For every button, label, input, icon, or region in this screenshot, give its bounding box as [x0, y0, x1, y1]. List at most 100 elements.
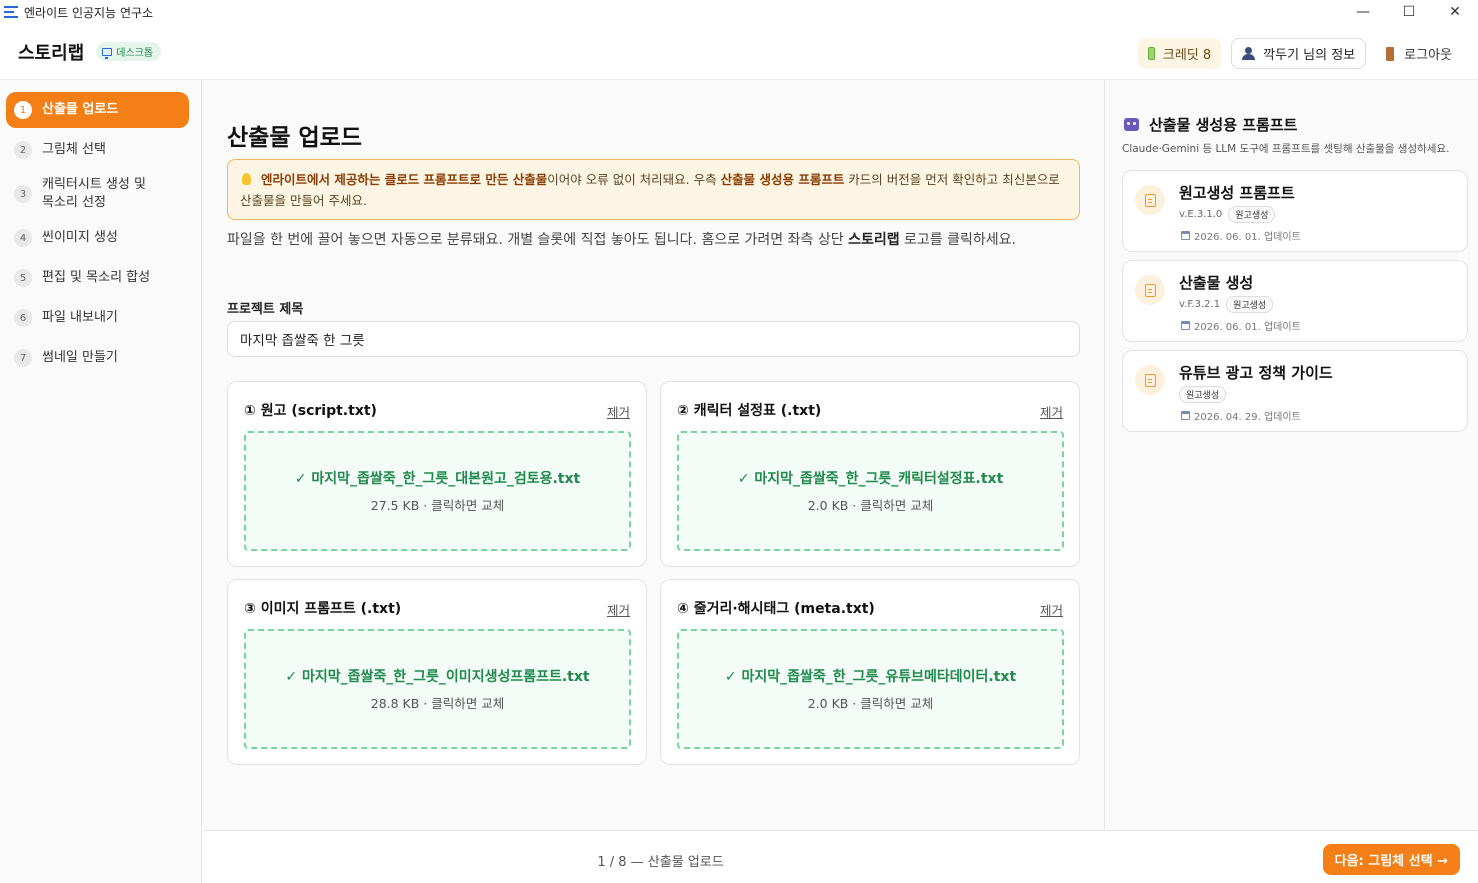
- prompt-card-date: 2026. 04. 29. 업데이트: [1181, 408, 1301, 423]
- window-titlebar: 엔라이트 인공지능 연구소 — ☐ ✕: [0, 0, 1478, 24]
- remove-link[interactable]: 제거: [1040, 600, 1063, 619]
- sidebar-item-label: 씬이미지 생성: [42, 230, 118, 245]
- uploaded-file-name: ✓ 마지막_좁쌀죽_한_그릇_유튜브메타데이터.txt: [724, 669, 1017, 685]
- sidebar-item-label: 편집 및 목소리 합성: [42, 270, 151, 285]
- prompt-card-tag: 원고생성: [1226, 296, 1274, 313]
- sidebar-item-label: 그림체 선택: [42, 142, 106, 157]
- prompt-card-tag: 원고생성: [1228, 206, 1276, 223]
- logout-button[interactable]: 로그아웃: [1376, 39, 1462, 68]
- prompt-card-meta: 원고생성: [1179, 386, 1227, 403]
- project-title-input[interactable]: [227, 321, 1080, 357]
- minimize-button[interactable]: —: [1340, 0, 1386, 24]
- prompt-card-name: 원고생성 프롬프트: [1179, 184, 1295, 202]
- step-number: 1: [14, 101, 32, 119]
- dropzone[interactable]: ✓ 마지막_좁쌀죽_한_그릇_캐릭터설정표.txt 2.0 KB · 클릭하면 …: [677, 431, 1064, 551]
- prompt-card-name: 산출물 생성: [1179, 274, 1254, 292]
- prompt-card-script[interactable]: 원고생성 프롬프트 v.E.3.1.0 원고생성 2026. 06. 01. 업…: [1122, 170, 1468, 252]
- notice-text: 이어야 오류 없이 처리돼요. 우측: [547, 172, 721, 187]
- app-header: 스토리랩 데스크톱 크레딧 8 깍두기 님의 정보 로그아웃: [0, 24, 1478, 80]
- step-number: 2: [14, 141, 32, 159]
- upload-slot-meta: ④ 줄거리·해시태그 (meta.txt) 제거 ✓ 마지막_좁쌀죽_한_그릇_…: [660, 579, 1080, 765]
- page-title: 산출물 업로드: [227, 125, 362, 151]
- upload-slot-character: ② 캐릭터 설정표 (.txt) 제거 ✓ 마지막_좁쌀죽_한_그릇_캐릭터설정…: [660, 381, 1080, 567]
- sidebar-item-export[interactable]: 6 파일 내보내기: [6, 300, 189, 336]
- prompt-card-date-text: 2026. 06. 01. 업데이트: [1194, 322, 1301, 333]
- calendar-icon: [1181, 321, 1190, 330]
- document-icon: [1135, 365, 1165, 395]
- project-title-label: 프로젝트 제목: [227, 302, 304, 317]
- slot-title: ④ 줄거리·해시태그 (meta.txt): [677, 601, 875, 617]
- document-icon: [1135, 275, 1165, 305]
- notice-box: 엔라이트에서 제공하는 클로드 프롬프트로 만든 산출물이어야 오류 없이 처리…: [227, 159, 1080, 220]
- sidebar-item-label: 산출물 업로드: [42, 102, 119, 117]
- window-title: 엔라이트 인공지능 연구소: [24, 5, 154, 20]
- lightbulb-icon: [242, 173, 251, 185]
- prompt-card-name: 유튜브 광고 정책 가이드: [1179, 364, 1333, 382]
- logout-label: 로그아웃: [1404, 48, 1452, 63]
- step-sidebar: 1 산출물 업로드 2 그림체 선택 3 캐릭터시트 생성 및 목소리 선정 4…: [0, 80, 202, 883]
- sidebar-item-label: 파일 내보내기: [42, 310, 118, 325]
- dropzone[interactable]: ✓ 마지막_좁쌀죽_한_그릇_대본원고_검토용.txt 27.5 KB · 클릭…: [244, 431, 631, 551]
- user-icon: [1242, 47, 1256, 60]
- remove-link[interactable]: 제거: [1040, 402, 1063, 421]
- prompt-card-version: v.F.3.2.1: [1179, 299, 1221, 310]
- step-number: 6: [14, 309, 32, 327]
- upload-slot-script: ① 원고 (script.txt) 제거 ✓ 마지막_좁쌀죽_한_그릇_대본원고…: [227, 381, 647, 567]
- calendar-icon: [1181, 231, 1190, 240]
- uploaded-file-meta: 28.8 KB · 클릭하면 교체: [370, 696, 505, 711]
- calendar-icon: [1181, 411, 1190, 420]
- step-number: 5: [14, 269, 32, 287]
- uploaded-file-name: ✓ 마지막_좁쌀죽_한_그릇_대본원고_검토용.txt: [294, 471, 581, 487]
- sidebar-item-character[interactable]: 3 캐릭터시트 생성 및 목소리 선정: [6, 172, 189, 216]
- upload-slot-image-prompt: ③ 이미지 프롬프트 (.txt) 제거 ✓ 마지막_좁쌀죽_한_그릇_이미지생…: [227, 579, 647, 765]
- desc-logo-ref: 스토리랩: [848, 232, 900, 248]
- step-progress: 1 / 8 — 산출물 업로드: [597, 855, 724, 870]
- desc-text-end: 로고를 클릭하세요.: [899, 232, 1016, 248]
- monitor-icon: [102, 47, 113, 59]
- step-number: 4: [14, 229, 32, 247]
- sidebar-item-label: 캐릭터시트 생성 및 목소리 선정: [42, 177, 146, 210]
- desc-text: 파일을 한 번에 끌어 놓으면 자동으로 분류돼요. 개별 슬롯에 직접 놓아도…: [227, 232, 849, 248]
- remove-link[interactable]: 제거: [607, 600, 630, 619]
- sidebar-item-thumbnail[interactable]: 7 썸네일 만들기: [6, 340, 189, 376]
- sidebar-item-scene[interactable]: 4 씬이미지 생성: [6, 220, 189, 256]
- prompt-card-date: 2026. 06. 01. 업데이트: [1181, 318, 1301, 333]
- prompt-panel-title: 산출물 생성용 프롬프트: [1124, 114, 1297, 135]
- uploaded-file-meta: 27.5 KB · 클릭하면 교체: [370, 498, 505, 513]
- notice-highlight: 엔라이트에서 제공하는 클로드 프롬프트로 만든 산출물: [261, 172, 548, 187]
- user-info-button[interactable]: 깍두기 님의 정보: [1231, 38, 1367, 69]
- prompt-card-date-text: 2026. 04. 29. 업데이트: [1194, 412, 1301, 423]
- close-button[interactable]: ✕: [1432, 0, 1478, 24]
- uploaded-file-name: ✓ 마지막_좁쌀죽_한_그릇_캐릭터설정표.txt: [737, 471, 1004, 487]
- uploaded-file-meta: 2.0 KB · 클릭하면 교체: [807, 696, 934, 711]
- sidebar-item-label: 썸네일 만들기: [42, 350, 118, 365]
- dropzone[interactable]: ✓ 마지막_좁쌀죽_한_그릇_이미지생성프롬프트.txt 28.8 KB · 클…: [244, 629, 631, 749]
- sidebar-item-style[interactable]: 2 그림체 선택: [6, 132, 189, 168]
- uploaded-file-meta: 2.0 KB · 클릭하면 교체: [807, 498, 934, 513]
- logo[interactable]: 스토리랩: [18, 39, 84, 65]
- slot-title: ② 캐릭터 설정표 (.txt): [677, 403, 822, 419]
- window-controls: — ☐ ✕: [1340, 0, 1478, 24]
- remove-link[interactable]: 제거: [607, 402, 630, 421]
- main-content: 산출물 업로드 엔라이트에서 제공하는 클로드 프롬프트로 만든 산출물이어야 …: [203, 80, 1104, 830]
- user-info-label: 깍두기 님의 정보: [1263, 48, 1356, 63]
- credit-label: 크레딧 8: [1162, 48, 1212, 63]
- slot-title: ① 원고 (script.txt): [244, 403, 377, 419]
- prompt-card-output[interactable]: 산출물 생성 v.F.3.2.1 원고생성 2026. 06. 01. 업데이트: [1122, 260, 1468, 342]
- uploaded-file-name: ✓ 마지막_좁쌀죽_한_그릇_이미지생성프롬프트.txt: [285, 669, 590, 685]
- step-number: 7: [14, 349, 32, 367]
- app-icon: [4, 6, 18, 18]
- sidebar-item-upload[interactable]: 1 산출물 업로드: [6, 92, 189, 128]
- credit-badge[interactable]: 크레딧 8: [1137, 38, 1222, 69]
- dropzone[interactable]: ✓ 마지막_좁쌀죽_한_그릇_유튜브메타데이터.txt 2.0 KB · 클릭하…: [677, 629, 1064, 749]
- door-icon: [1386, 46, 1395, 61]
- document-icon: [1135, 185, 1165, 215]
- next-step-button[interactable]: 다음: 그림체 선택 →: [1322, 844, 1460, 875]
- prompt-panel-subtitle: Claude·Gemini 등 LLM 도구에 프롬프트를 셋팅해 산출물을 생…: [1122, 143, 1450, 155]
- maximize-button[interactable]: ☐: [1386, 0, 1432, 24]
- prompt-card-ad-policy[interactable]: 유튜브 광고 정책 가이드 원고생성 2026. 04. 29. 업데이트: [1122, 350, 1468, 432]
- slot-title: ③ 이미지 프롬프트 (.txt): [244, 601, 402, 617]
- prompt-card-date-text: 2026. 06. 01. 업데이트: [1194, 232, 1301, 243]
- header-actions: 크레딧 8 깍두기 님의 정보 로그아웃: [1137, 38, 1462, 69]
- sidebar-item-edit[interactable]: 5 편집 및 목소리 합성: [6, 260, 189, 296]
